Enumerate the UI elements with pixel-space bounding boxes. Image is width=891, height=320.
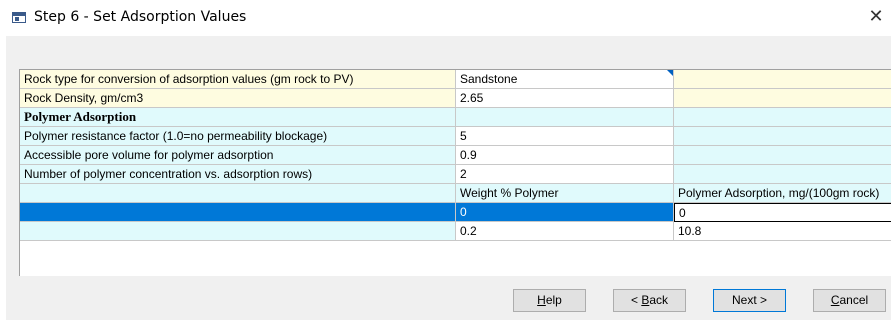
help-label: elp <box>545 293 562 307</box>
polymer-adsorption-cell[interactable]: 10.8 <box>674 222 891 241</box>
close-icon[interactable]: ✕ <box>865 6 887 28</box>
weight-polymer-cell[interactable]: 0 <box>456 203 674 222</box>
grid-value-cell <box>456 108 674 127</box>
grid-label-cell: Accessible pore volume for polymer adsor… <box>20 146 456 165</box>
grid-value: Sandstone <box>460 72 518 86</box>
grid-extra-cell <box>674 146 891 165</box>
back-label: ack <box>649 293 669 307</box>
resistance-factor-field[interactable]: 5 <box>456 127 674 146</box>
grid-row-concentration-rows: Number of polymer concentration vs. adso… <box>20 165 891 184</box>
polymer-adsorption-edit-cell[interactable]: 0 <box>674 203 891 222</box>
help-mnemonic: H <box>537 293 546 307</box>
back-prefix: < <box>630 293 642 307</box>
grid-extra-cell <box>674 89 891 108</box>
grid-label-cell <box>20 184 456 203</box>
next-button[interactable]: Next > <box>713 289 786 312</box>
window-icon <box>12 12 26 23</box>
grid-label-cell: Rock type for conversion of adsorption v… <box>20 70 456 89</box>
concentration-rows-field[interactable]: 2 <box>456 165 674 184</box>
grid-extra-cell <box>674 70 891 89</box>
grid-row-data: 0.2 10.8 <box>20 222 891 241</box>
cancel-button[interactable]: Cancel <box>813 289 886 312</box>
grid-label-cell: Rock Density, gm/cm3 <box>20 89 456 108</box>
grid-label-cell <box>20 222 456 241</box>
adsorption-grid: Rock type for conversion of adsorption v… <box>19 69 891 276</box>
grid-extra-cell <box>674 108 891 127</box>
grid-label-cell[interactable] <box>20 203 456 222</box>
help-button[interactable]: Help <box>513 289 586 312</box>
cancel-label: ancel <box>839 293 869 307</box>
back-button[interactable]: < Back <box>613 289 686 312</box>
dropdown-indicator-icon <box>667 70 673 76</box>
title-bar: Step 6 - Set Adsorption Values ✕ <box>0 0 891 36</box>
grid-label-cell: Number of polymer concentration vs. adso… <box>20 165 456 184</box>
pore-volume-field[interactable]: 0.9 <box>456 146 674 165</box>
grid-extra-cell <box>674 127 891 146</box>
grid-row-resistance-factor: Polymer resistance factor (1.0=no permea… <box>20 127 891 146</box>
grid-extra-cell <box>674 165 891 184</box>
grid-row-section-header: Polymer Adsorption <box>20 108 891 127</box>
grid-row-rock-type: Rock type for conversion of adsorption v… <box>20 70 891 89</box>
grid-row-table-header: Weight % Polymer Polymer Adsorption, mg/… <box>20 184 891 203</box>
window-title: Step 6 - Set Adsorption Values <box>34 9 247 25</box>
grid-row-pore-volume: Accessible pore volume for polymer adsor… <box>20 146 891 165</box>
column-header-weight-polymer: Weight % Polymer <box>456 184 674 203</box>
rock-density-field[interactable]: 2.65 <box>456 89 674 108</box>
column-header-polymer-adsorption: Polymer Adsorption, mg/(100gm rock) <box>674 184 891 203</box>
grid-row-selected[interactable]: 0 0 <box>20 203 891 222</box>
section-header: Polymer Adsorption <box>20 108 456 127</box>
weight-polymer-cell[interactable]: 0.2 <box>456 222 674 241</box>
grid-label-cell: Polymer resistance factor (1.0=no permea… <box>20 127 456 146</box>
grid-row-rock-density: Rock Density, gm/cm3 2.65 <box>20 89 891 108</box>
rock-type-dropdown[interactable]: Sandstone <box>456 70 674 89</box>
